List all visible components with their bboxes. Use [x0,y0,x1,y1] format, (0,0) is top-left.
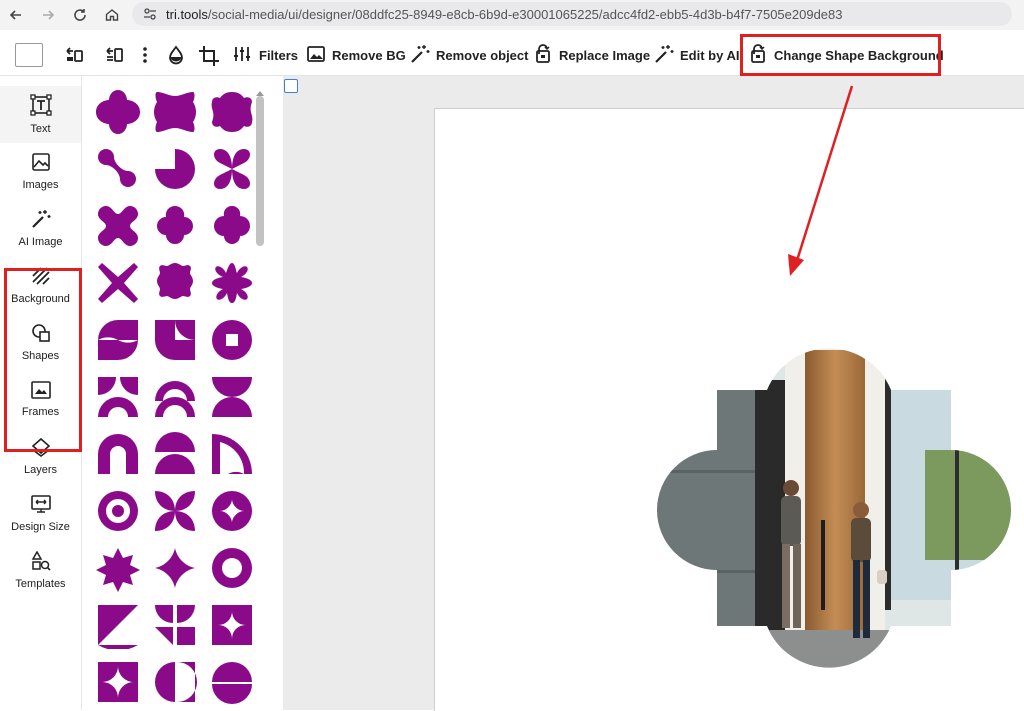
shape-option[interactable] [94,601,142,651]
sidebar-item-label: Images [22,179,59,191]
shape-option[interactable] [94,88,142,136]
shape-option[interactable] [94,658,142,706]
magic-wand-icon [31,209,51,232]
sidebar-item-images[interactable]: Images [0,143,81,200]
shape-option[interactable] [208,658,256,706]
sidebar-item-label: AI Image [18,236,63,248]
more-options-icon[interactable] [140,45,150,70]
filters-label: Filters [259,47,299,63]
replace-image-label: Replace Image [559,47,651,63]
shape-option[interactable] [94,145,142,193]
address-bar[interactable]: tri.tools/social-media/ui/designer/08ddf… [132,2,1012,26]
remove-object-label: Remove object [436,47,529,63]
shape-option[interactable] [94,430,142,478]
shape-option[interactable] [94,316,142,364]
sidebar-item-ai-image[interactable]: AI Image [0,200,81,257]
text-box-icon [29,94,52,119]
shape-option[interactable] [208,259,256,307]
sidebar-item-design-size[interactable]: Design Size [0,485,81,542]
shape-option[interactable] [208,544,256,592]
templates-icon [31,550,51,574]
shape-option[interactable] [151,430,199,478]
shape-option[interactable] [208,373,256,421]
selection-handle[interactable] [284,79,298,93]
replace-image-button[interactable]: Replace Image [533,39,650,71]
sidebar-item-label: Text [30,123,51,135]
shape-option[interactable] [151,88,199,136]
remove-bg-button[interactable]: Remove BG [306,39,406,71]
reload-icon[interactable] [64,0,96,30]
sidebar-item-label: Layers [23,464,58,476]
sidebar-item-templates[interactable]: Templates [0,542,81,599]
sliders-icon [233,45,253,66]
shape-option[interactable] [151,658,199,706]
shape-option[interactable] [208,316,256,364]
shape-option[interactable] [208,487,256,535]
image-icon [306,45,326,66]
shape-option[interactable] [208,88,256,136]
highlight-box-sidebar [4,268,82,452]
design-size-icon [30,494,51,517]
shape-option[interactable] [94,373,142,421]
home-icon[interactable] [96,0,128,30]
shape-option[interactable] [151,373,199,421]
crop-icon[interactable] [198,45,220,72]
shape-option[interactable] [94,487,142,535]
sidebar-item-text[interactable]: Text [0,86,81,143]
shape-option[interactable] [151,544,199,592]
shape-option[interactable] [208,430,256,478]
shape-option[interactable] [151,601,199,649]
shaped-photo[interactable] [655,330,1013,690]
edit-by-ai-label: Edit by AI [680,47,740,63]
color-swatch[interactable] [15,43,43,67]
shape-option[interactable] [94,544,142,592]
filters-button[interactable]: Filters [233,39,298,71]
flip-horizontal-icon[interactable] [64,45,84,70]
browser-bar: tri.tools/social-media/ui/designer/08ddf… [0,0,1024,30]
shape-option[interactable] [151,259,199,307]
shape-option[interactable] [151,487,199,535]
shapes-panel [82,76,268,710]
back-arrow-icon[interactable] [0,0,32,30]
shape-option[interactable] [151,145,199,193]
shape-option[interactable] [208,145,256,193]
shape-option[interactable] [208,202,256,250]
ai-wand-icon [654,44,674,67]
site-settings-icon[interactable] [138,7,162,21]
magic-wand-icon [410,44,430,67]
opacity-icon[interactable] [166,45,186,70]
image-icon [31,152,51,175]
shape-option[interactable] [151,202,199,250]
url-text: tri.tools/social-media/ui/designer/08ddf… [166,6,843,22]
highlight-box-toolbar [740,34,941,76]
shape-option[interactable] [94,259,142,307]
sidebar-item-label: Design Size [11,521,70,533]
sidebar-item-label: Templates [15,578,66,590]
shape-option[interactable] [208,601,256,649]
edit-by-ai-button[interactable]: Edit by AI [654,39,739,71]
remove-object-button[interactable]: Remove object [410,39,528,71]
shape-option[interactable] [94,202,142,250]
annotation-arrow [788,85,854,276]
shape-option[interactable] [151,316,199,364]
remove-bg-label: Remove BG [332,47,406,63]
shapes-scrollbar[interactable] [256,96,264,246]
flip-vertical-icon[interactable] [104,45,124,70]
forward-arrow-icon[interactable] [32,0,64,30]
replace-image-icon [533,43,553,67]
